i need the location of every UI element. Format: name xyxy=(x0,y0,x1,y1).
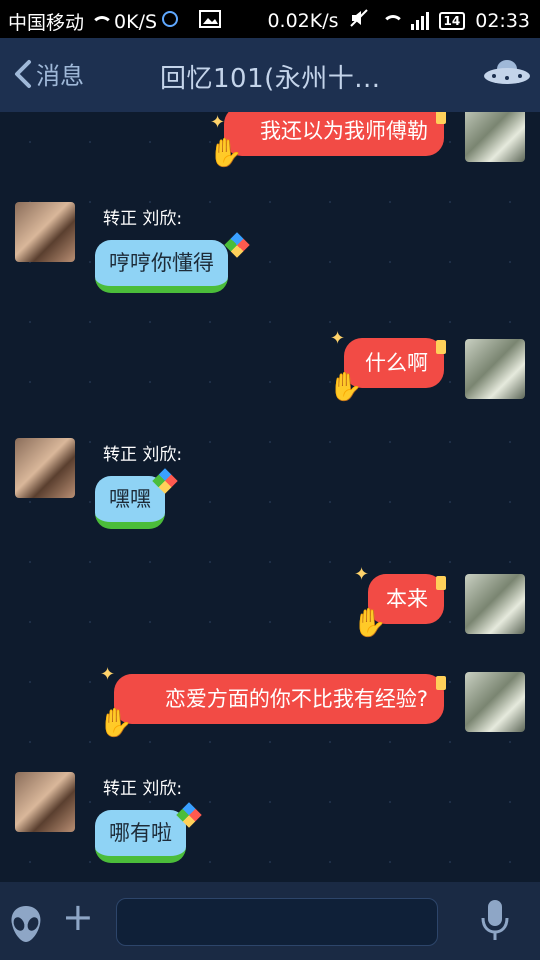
other-avatar[interactable] xyxy=(15,202,75,262)
alien-emoji-icon xyxy=(11,906,41,942)
sparkle-icon: ✦ xyxy=(210,112,226,133)
network-speed-label: 0K/S xyxy=(114,10,158,33)
message-list[interactable]: 我还以为我师傅勒 ✋ ✦ 转正 刘欣: 哼哼你懂得 什么啊 ✋ ✦ 转正 刘欣:… xyxy=(0,112,540,882)
sparkle-icon: ✦ xyxy=(330,328,346,349)
sender-name: 转正 刘欣: xyxy=(103,445,183,465)
ufo-icon xyxy=(484,60,530,84)
bubble-tag-decoration xyxy=(436,676,446,690)
self-avatar[interactable] xyxy=(465,672,525,732)
hand-icon: ✋ xyxy=(328,370,363,403)
chat-title: 回忆101(永州十... xyxy=(160,64,381,94)
self-avatar[interactable] xyxy=(465,339,525,399)
status-left: 中国移动 0K/S xyxy=(8,8,222,35)
hand-icon: ✋ xyxy=(352,606,387,639)
bubble-tag-decoration xyxy=(436,112,446,124)
group-info-button[interactable] xyxy=(482,56,532,96)
microphone-icon xyxy=(481,900,509,940)
message-bubble-self[interactable]: 恋爱方面的你不比我有经验? xyxy=(114,674,444,724)
status-bar: 中国移动 0K/S 0.02K/s 14 02:33 xyxy=(0,0,540,38)
voice-button[interactable] xyxy=(478,898,512,946)
other-avatar[interactable] xyxy=(15,772,75,832)
bubble-tag-decoration xyxy=(436,576,446,590)
hand-icon: ✋ xyxy=(208,136,243,169)
sparkle-icon: ✦ xyxy=(100,664,116,685)
input-bar: + xyxy=(0,882,540,960)
wifi-signal-icon xyxy=(379,13,404,29)
battery-icon: 14 xyxy=(438,11,466,30)
message-input[interactable] xyxy=(116,898,438,946)
sparkle-icon: ✦ xyxy=(354,564,370,585)
sender-name: 转正 刘欣: xyxy=(103,779,183,799)
chat-header: 消息 回忆101(永州十... xyxy=(0,38,540,113)
plus-button[interactable]: + xyxy=(62,898,94,936)
plus-icon: + xyxy=(62,895,94,939)
self-avatar[interactable] xyxy=(465,574,525,634)
status-right: 0.02K/s 14 02:33 xyxy=(267,8,530,33)
kite-icon xyxy=(224,232,250,258)
cell-signal-icon xyxy=(410,11,429,30)
image-notification-icon xyxy=(199,10,222,33)
chevron-left-icon xyxy=(15,59,31,88)
bubble-tag-decoration xyxy=(436,340,446,354)
message-bubble-other[interactable]: 哪有啦 xyxy=(95,810,186,863)
wifi-icon xyxy=(88,14,114,30)
self-avatar[interactable] xyxy=(465,112,525,162)
mute-icon xyxy=(349,8,369,33)
carrier-label: 中国移动 xyxy=(8,12,85,34)
back-label: 消息 xyxy=(36,62,84,90)
hand-icon: ✋ xyxy=(98,706,133,739)
other-avatar[interactable] xyxy=(15,438,75,498)
emoji-button[interactable] xyxy=(8,904,44,948)
clock: 02:33 xyxy=(475,9,530,32)
message-bubble-self[interactable]: 我还以为我师傅勒 xyxy=(224,112,444,156)
message-bubble-other[interactable]: 哼哼你懂得 xyxy=(95,240,228,293)
back-button[interactable]: 消息 xyxy=(12,56,84,91)
vpn-icon xyxy=(161,10,179,33)
sender-name: 转正 刘欣: xyxy=(103,209,183,229)
data-speed-label: 0.02K/s xyxy=(267,9,339,32)
